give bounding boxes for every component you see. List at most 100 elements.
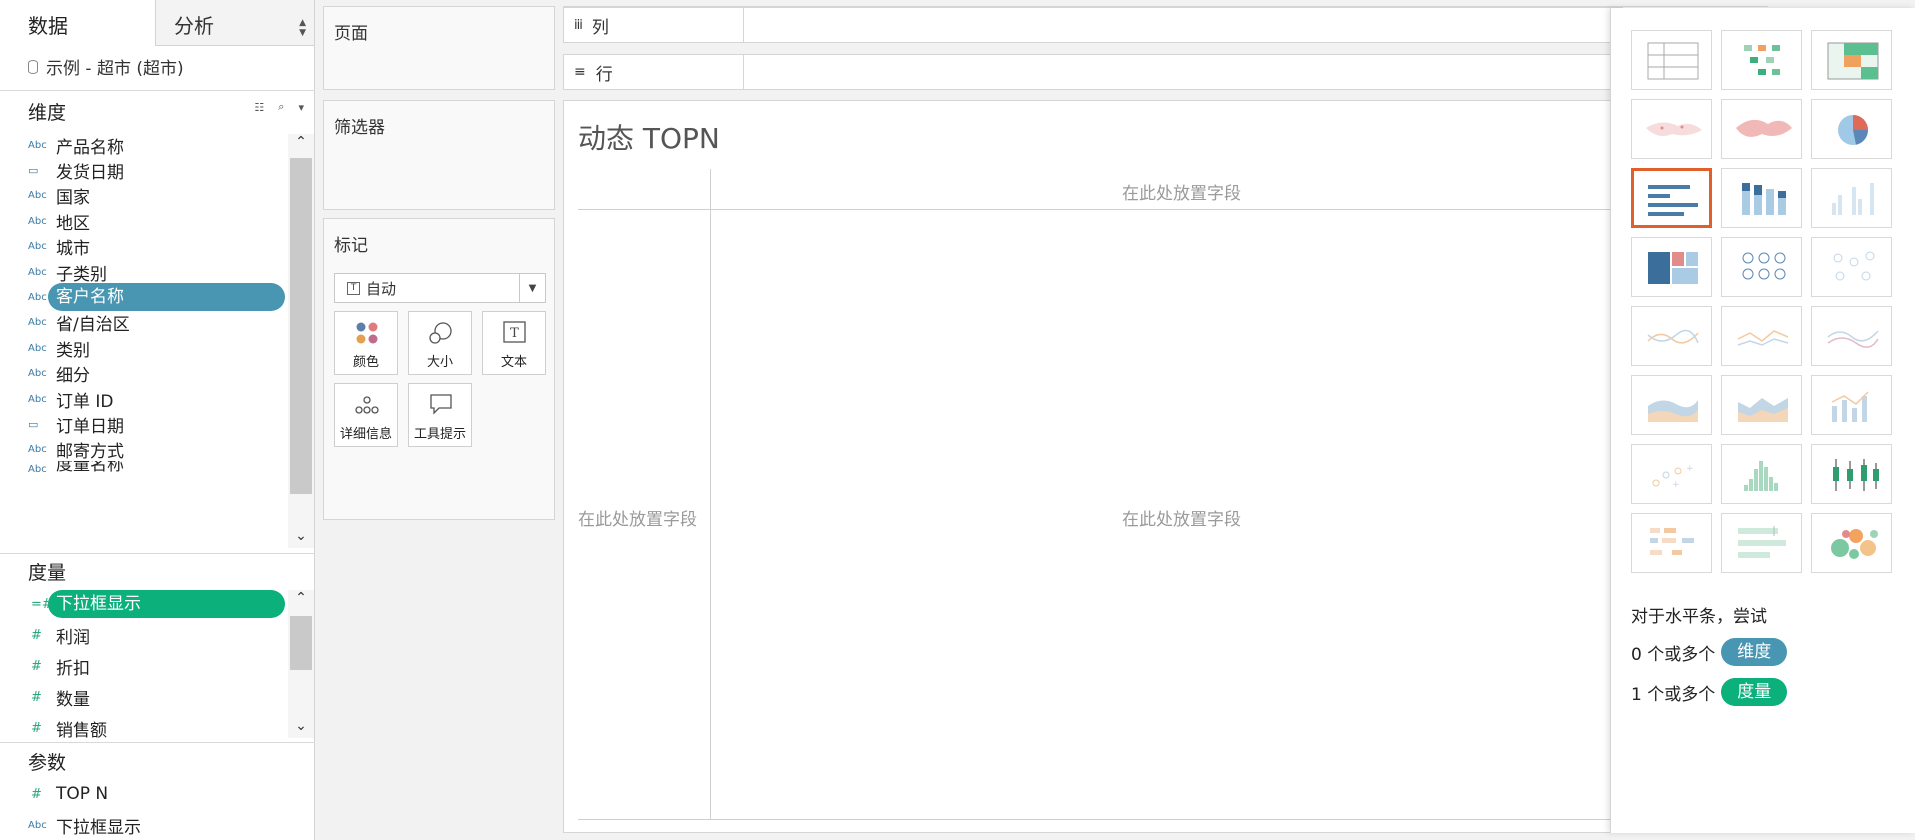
measure-scrollbar[interactable]: ⌃ ⌄ [288, 590, 314, 738]
chart-gantt-chart[interactable] [1631, 513, 1712, 573]
date-type-icon: ▭ [28, 163, 39, 177]
field-item[interactable]: Abc [0, 283, 288, 311]
chart-highlight-table[interactable] [1811, 30, 1892, 90]
tooltip-button[interactable]: 工具提示 [408, 383, 472, 447]
chart-side-by-side-circles[interactable] [1811, 237, 1892, 297]
tab-analysis[interactable]: 分析 ▲ ▼ [155, 0, 315, 46]
field-item[interactable]: # TOP N [0, 780, 288, 808]
color-button[interactable]: 颜色 [334, 311, 398, 375]
chart-treemap[interactable] [1631, 237, 1712, 297]
chart-bullet-graph[interactable] [1721, 513, 1802, 573]
size-label: 大小 [426, 355, 453, 370]
dropdown-icon[interactable]: ▾ [298, 101, 304, 114]
lines-discrete-icon [1737, 330, 1789, 346]
tab-data[interactable]: 数据 [0, 0, 155, 46]
field-name: 度量名称 [56, 461, 124, 476]
field-item[interactable]: # 折扣 [0, 652, 288, 680]
pane-tabs: 数据 分析 ▲ ▼ [0, 0, 315, 46]
chart-symbol-map[interactable] [1631, 99, 1712, 159]
scatter-plot-icon: ++ [1652, 464, 1694, 490]
field-item[interactable]: Abc 订单 ID [0, 385, 288, 413]
detail-icon [355, 396, 379, 414]
chart-side-by-side-bars[interactable] [1811, 168, 1892, 228]
chart-dual-combination[interactable] [1811, 375, 1892, 435]
filled-map-icon [1736, 119, 1792, 137]
chart-heat-map[interactable] [1721, 30, 1802, 90]
scroll-down-icon[interactable]: ⌄ [288, 528, 314, 544]
pages-card[interactable]: 页面 [323, 6, 555, 90]
mark-type-label: 自动 [366, 279, 397, 298]
chart-lines-continuous[interactable] [1631, 306, 1712, 366]
chart-histogram[interactable] [1721, 444, 1802, 504]
number-type-icon: # [31, 658, 42, 674]
filters-card[interactable]: 筛选器 [323, 100, 555, 210]
stacked-bars-icon [1742, 183, 1786, 215]
chart-stacked-bars[interactable] [1721, 168, 1802, 228]
field-item[interactable]: Abc 度量名称 [0, 461, 288, 475]
chart-circle-views[interactable] [1721, 237, 1802, 297]
scroll-up-icon[interactable]: ⌃ [288, 590, 314, 606]
rows-shelf[interactable]: ≡ 行 [563, 54, 1623, 90]
datasource-item[interactable]: 示例 - 超市 (超市) [28, 54, 184, 79]
tab-menu-icon[interactable]: ▲ ▼ [299, 18, 306, 38]
chart-area-continuous[interactable] [1631, 375, 1712, 435]
bottom-divider [578, 819, 1618, 820]
chevron-down-icon[interactable]: ▼ [519, 274, 545, 302]
field-item[interactable]: # 数量 [0, 683, 288, 711]
chart-horizontal-bars[interactable] [1631, 168, 1712, 228]
field-item[interactable]: ▭ 订单日期 [0, 410, 288, 438]
scroll-thumb[interactable] [290, 158, 312, 494]
drop-field-rows[interactable]: 在此处放置字段 [578, 505, 697, 530]
string-type-icon: Abc [28, 368, 47, 380]
columns-shelf[interactable]: iii 列 [563, 7, 1623, 43]
text-button[interactable]: T 文本 [482, 311, 546, 375]
field-item[interactable]: # 利润 [0, 621, 288, 649]
view-toggle-icon[interactable]: ☷ [254, 101, 264, 114]
field-item[interactable]: Abc 子类别 [0, 258, 288, 286]
toolbar-strip [563, 0, 1768, 7]
chart-filled-map[interactable] [1721, 99, 1802, 159]
dimension-scrollbar[interactable]: ⌃ ⌄ [288, 134, 314, 548]
field-item[interactable]: Abc 产品名称 [0, 131, 288, 159]
view-canvas[interactable]: 动态 TOPN 在此处放置字段 在此处放置字段 在此处放置字段 [563, 100, 1623, 833]
field-item[interactable]: Abc 地区 [0, 207, 288, 235]
sheet-title[interactable]: 动态 TOPN [578, 117, 720, 157]
chart-area-discrete[interactable] [1721, 375, 1802, 435]
chart-dual-lines[interactable] [1811, 306, 1892, 366]
field-item[interactable]: Abc 城市 [0, 233, 288, 261]
text-mark-icon: T [347, 281, 360, 295]
detail-button[interactable]: 详细信息 [334, 383, 398, 447]
chart-pie[interactable] [1811, 99, 1892, 159]
chart-text-table[interactable] [1631, 30, 1712, 90]
chart-packed-bubbles[interactable] [1811, 513, 1892, 573]
field-item[interactable]: Abc 邮寄方式 [0, 436, 288, 464]
scroll-thumb[interactable] [290, 616, 312, 670]
chart-lines-discrete[interactable] [1721, 306, 1802, 366]
number-type-icon: =# [31, 596, 53, 612]
string-type-icon: Abc [28, 190, 47, 202]
horizontal-bars-icon [1648, 185, 1698, 216]
field-item[interactable]: Abc 类别 [0, 334, 288, 362]
field-name: TOP N [56, 784, 109, 804]
drop-field-view[interactable]: 在此处放置字段 [1122, 505, 1241, 530]
field-item[interactable]: ▭ 发货日期 [0, 156, 288, 184]
mark-type-dropdown[interactable]: T 自动 ▼ [334, 273, 546, 303]
field-item[interactable]: =# [0, 590, 288, 618]
svg-text:+: + [1672, 480, 1680, 490]
size-button[interactable]: 大小 [408, 311, 472, 375]
field-name: 子类别 [56, 264, 107, 285]
scroll-down-icon[interactable]: ⌄ [288, 718, 314, 734]
chart-box-and-whisker[interactable] [1811, 444, 1892, 504]
field-item[interactable]: Abc 国家 [0, 182, 288, 210]
field-item[interactable]: Abc 省/自治区 [0, 309, 288, 337]
scroll-up-icon[interactable]: ⌃ [288, 134, 314, 150]
field-name: 细分 [56, 366, 90, 387]
hint-title: 对于水平条，尝试 [1631, 607, 1767, 627]
field-item[interactable]: Abc 细分 [0, 360, 288, 388]
search-icon[interactable]: ⌕ [278, 100, 284, 114]
field-item[interactable]: # 销售额 [0, 714, 288, 742]
field-item[interactable]: Abc 下拉框显示 [0, 811, 288, 839]
drop-field-columns[interactable]: 在此处放置字段 [1122, 179, 1241, 204]
chart-scatter-plot[interactable]: + + [1631, 444, 1712, 504]
pie-icon [1838, 115, 1868, 145]
